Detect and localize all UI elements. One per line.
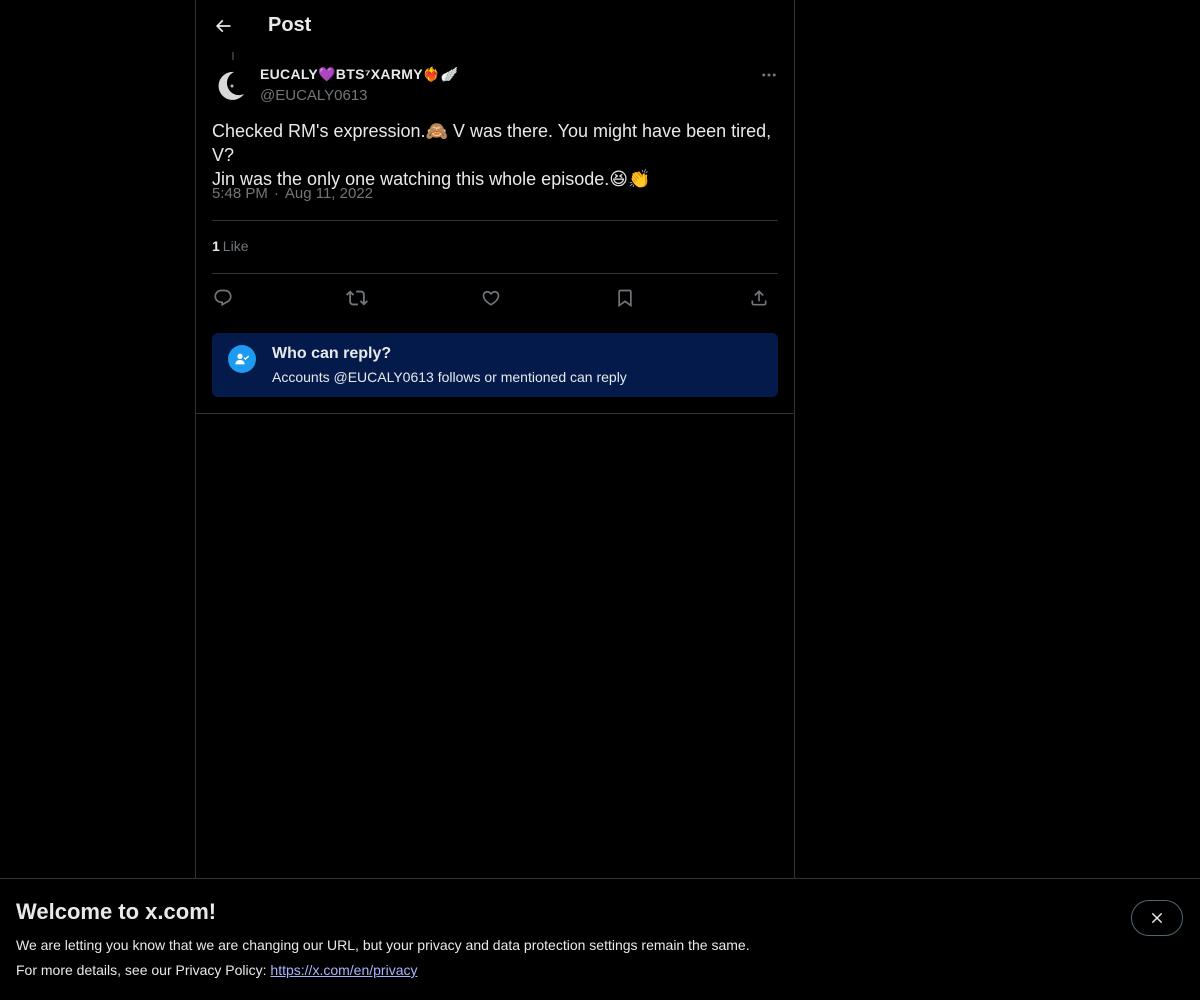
post-time[interactable]: 5:48 PM <box>212 185 268 202</box>
like-icon <box>481 288 501 308</box>
divider <box>212 220 778 221</box>
likes-count: 1 <box>212 238 220 254</box>
banner-policy-prefix: For more details, see our Privacy Policy… <box>16 962 271 978</box>
author-handle[interactable]: @EUCALY0613 <box>260 87 368 104</box>
url-change-banner: Welcome to x.com! We are letting you kno… <box>0 878 1200 1000</box>
share-button[interactable] <box>744 283 774 313</box>
banner-message: We are letting you know that we are chan… <box>16 937 750 953</box>
reply-icon <box>213 288 233 308</box>
more-options-button[interactable] <box>756 62 782 88</box>
post-text: Checked RM's expression.🙈 V was there. Y… <box>212 119 782 191</box>
share-icon <box>749 288 769 308</box>
meta-separator: · <box>273 185 279 202</box>
bookmark-button[interactable] <box>610 283 640 313</box>
reply-button[interactable] <box>208 283 238 313</box>
divider <box>196 413 794 414</box>
back-button[interactable] <box>206 9 240 43</box>
close-icon <box>1149 910 1165 926</box>
post-meta: 5:48 PM · Aug 11, 2022 <box>212 185 373 202</box>
bookmark-icon <box>615 288 635 308</box>
main-column: Post EUCALY💜BTS⁷XARMY❤️‍🔥🪽 @EUCALY0613 C… <box>195 0 795 879</box>
post-date[interactable]: Aug 11, 2022 <box>285 185 373 202</box>
reply-restriction-subtitle: Accounts @EUCALY0613 follows or mentione… <box>272 369 627 385</box>
reply-restriction-title: Who can reply? <box>272 345 392 362</box>
post-text-line-1: Checked RM's expression.🙈 V was there. Y… <box>212 121 772 165</box>
reply-restriction-notice: Who can reply? Accounts @EUCALY0613 foll… <box>212 333 778 397</box>
repost-icon <box>346 287 368 309</box>
more-dots-icon <box>760 66 778 84</box>
banner-policy-line: For more details, see our Privacy Policy… <box>16 962 417 978</box>
avatar[interactable] <box>212 64 252 104</box>
banner-title: Welcome to x.com! <box>16 899 217 924</box>
divider <box>212 273 778 274</box>
like-button[interactable] <box>476 283 506 313</box>
action-bar <box>212 283 778 313</box>
privacy-policy-link[interactable]: https://x.com/en/privacy <box>270 962 417 978</box>
arrow-left-icon <box>213 16 233 36</box>
close-banner-button[interactable] <box>1131 900 1183 936</box>
thread-connector <box>232 52 234 60</box>
page-title: Post <box>268 14 312 36</box>
person-check-icon <box>228 345 256 373</box>
top-bar: Post <box>196 0 794 53</box>
author-name-row[interactable]: EUCALY💜BTS⁷XARMY❤️‍🔥🪽 <box>260 66 458 83</box>
likes-label: Like <box>222 238 249 254</box>
repost-button[interactable] <box>342 283 372 313</box>
display-name[interactable]: EUCALY💜BTS⁷XARMY❤️‍🔥🪽 <box>260 66 458 83</box>
likes-summary[interactable]: 1 Like <box>212 238 248 254</box>
